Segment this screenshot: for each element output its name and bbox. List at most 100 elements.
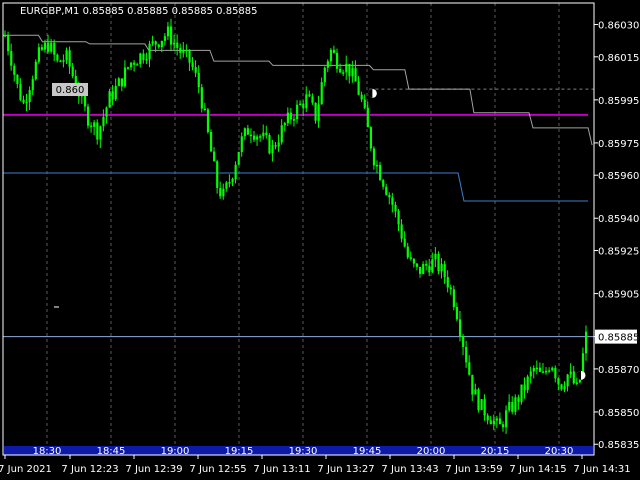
candle-body: [369, 127, 373, 149]
candle-body: [415, 263, 419, 267]
candle-body: [419, 266, 422, 274]
candle-body: [53, 42, 56, 55]
candle-body: [216, 161, 219, 188]
candle-body: [130, 62, 133, 68]
candle-body: [292, 119, 296, 121]
candle-body: [265, 132, 268, 136]
candle-body: [483, 399, 486, 416]
candle-body: [154, 41, 157, 45]
y-tick-label: 0.85835: [598, 440, 639, 451]
candle-body: [280, 125, 283, 143]
candle-body: [176, 42, 179, 48]
candle-body: [179, 47, 182, 53]
candle-body: [535, 367, 539, 370]
candle-body: [203, 108, 207, 111]
candle-body: [170, 26, 173, 45]
candle-body: [560, 384, 563, 390]
candle-body: [400, 224, 403, 239]
candle-body: [486, 415, 489, 421]
candle-body: [541, 371, 545, 374]
candle-body: [120, 78, 124, 87]
candle-body: [320, 82, 323, 105]
current-price-label: 0.85885: [598, 333, 639, 344]
candle-body: [489, 420, 492, 425]
candle-body: [492, 420, 495, 425]
candle-body: [148, 43, 151, 60]
x-tick-label: 7 Jun 14:31: [573, 464, 630, 475]
candle-body: [502, 424, 505, 428]
candle-body: [87, 106, 90, 126]
candle-body: [388, 194, 391, 198]
candle-body: [102, 116, 105, 127]
candle-body: [474, 389, 477, 395]
candle-body: [385, 186, 388, 195]
candle-body: [311, 96, 314, 103]
candle-body: [296, 104, 299, 120]
candle-body: [523, 384, 526, 391]
candle-body: [68, 50, 71, 67]
candle-body: [477, 389, 480, 410]
candle-body: [557, 378, 560, 385]
candle-body: [480, 399, 483, 410]
candle-body: [468, 362, 471, 375]
candle-body: [336, 52, 339, 69]
candle-body: [391, 197, 394, 205]
candle-body: [136, 64, 139, 66]
candle-body: [299, 103, 302, 106]
candle-body: [268, 135, 271, 154]
candle-body: [253, 135, 256, 140]
symbol-header: EURGBP,M1 0.85885 0.85885 0.85885 0.8588…: [20, 6, 258, 17]
candle-body: [37, 47, 41, 62]
candle-body: [554, 367, 557, 379]
candle-body: [231, 179, 234, 183]
y-tick-label: 0.85905: [598, 290, 639, 301]
candle-body: [326, 61, 329, 68]
candle-body: [403, 238, 406, 247]
candle-body: [59, 60, 62, 63]
candle-body: [163, 36, 167, 41]
candle-body: [428, 265, 431, 273]
candle-body: [31, 79, 34, 91]
candle-body: [256, 136, 259, 140]
candle-body: [108, 91, 111, 108]
candle-body: [182, 49, 185, 53]
candle-body: [394, 204, 397, 212]
candle-body: [166, 26, 170, 37]
candle-body: [50, 42, 53, 52]
candle-body: [7, 35, 10, 52]
chart-background: [0, 0, 640, 480]
candle-body: [443, 264, 446, 278]
price-chart[interactable]: 18:30 18:45 19:00 19:15 19:30 19:45 20:00 20:15…: [0, 0, 640, 480]
candle-body: [425, 264, 428, 266]
x-tick-label: 7 Jun 13:27: [317, 464, 374, 475]
candle-body: [575, 382, 578, 384]
candle-body: [498, 418, 502, 425]
candle-body: [529, 371, 532, 377]
candle-body: [13, 65, 16, 75]
candle-body: [246, 128, 250, 135]
candle-body: [90, 125, 93, 128]
candle-body: [4, 35, 7, 37]
candle-body: [548, 370, 551, 372]
x-tick-label: 7 Jun 13:59: [445, 464, 502, 475]
candle-body: [305, 94, 308, 109]
candle-body: [412, 258, 416, 264]
candle-body: [28, 90, 31, 102]
candle-body: [465, 347, 468, 363]
candle-body: [219, 187, 222, 197]
candle-body: [213, 151, 216, 162]
candle-body: [446, 277, 449, 288]
candle-body: [526, 376, 529, 391]
candle-body: [520, 384, 523, 402]
candle-body: [569, 371, 572, 375]
candle-body: [133, 62, 136, 65]
candle-body: [357, 81, 360, 95]
candle-body: [185, 49, 188, 52]
y-tick-label: 0.85925: [598, 247, 639, 258]
candle-body: [225, 182, 228, 189]
candle-body: [379, 164, 382, 181]
candle-body: [249, 134, 253, 137]
candle-body: [114, 85, 117, 100]
candle-body: [274, 145, 277, 147]
candle-body: [117, 78, 120, 86]
